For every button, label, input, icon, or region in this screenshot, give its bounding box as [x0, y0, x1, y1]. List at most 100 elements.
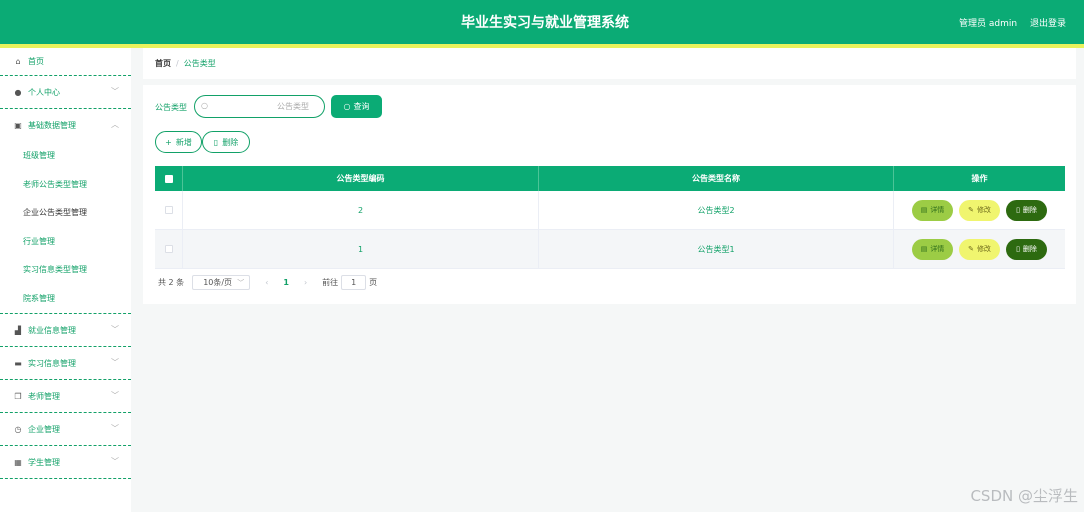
- table-header: 公告类型编码 公告类型名称 操作: [155, 166, 1065, 191]
- sidebar-item-internship-type[interactable]: 实习信息类型管理: [0, 256, 131, 285]
- sidebar-item-basic-data[interactable]: ▣ 基础数据管理 ︿: [0, 109, 131, 142]
- trash-icon: ▯: [213, 137, 219, 147]
- edit-button-label: 修改: [976, 245, 991, 253]
- search-label: 公告类型: [155, 103, 187, 112]
- pagination-total: 共 2 条: [158, 278, 185, 287]
- chevron-up-icon: ︿: [111, 120, 119, 129]
- edit-button[interactable]: ✎ 修改: [959, 199, 1000, 221]
- trash-icon: ▯: [1016, 206, 1020, 214]
- user-area: 管理员 admin 退出登录: [949, 0, 1066, 46]
- row-checkbox[interactable]: [164, 245, 173, 253]
- row-select-cell: [155, 230, 183, 268]
- delete-button[interactable]: ▯ 删除: [1006, 199, 1047, 221]
- breadcrumb-home[interactable]: 首页: [155, 59, 171, 68]
- sidebar-item-industry[interactable]: 行业管理: [0, 228, 131, 257]
- sidebar-item-label: 就业信息管理: [28, 325, 76, 335]
- detail-button-label: 详情: [930, 245, 945, 253]
- home-icon: ⌂: [15, 57, 21, 66]
- copy-icon: ❐: [14, 391, 22, 401]
- sidebar-item-personal[interactable]: ● 个人中心 ﹀: [0, 76, 131, 109]
- chevron-down-icon: ﹀: [111, 358, 119, 367]
- sidebar-item-label: 实习信息管理: [28, 358, 76, 368]
- next-page-button[interactable]: ›: [304, 278, 307, 287]
- select-all-checkbox[interactable]: [164, 174, 173, 183]
- delete-button[interactable]: ▯ 删除: [1006, 238, 1047, 260]
- search-icon: ○: [343, 102, 351, 111]
- chevron-down-icon: ﹀: [111, 457, 119, 466]
- trash-icon: ▯: [1016, 245, 1020, 253]
- page-size-value: 10条/页: [203, 278, 233, 287]
- sidebar-item-label: 基础数据管理: [28, 121, 76, 130]
- cell-code: 2: [183, 191, 539, 229]
- delete-button-label: 删除: [1022, 245, 1037, 253]
- delete-button-label: 删除: [1022, 206, 1037, 214]
- goto-page-input[interactable]: 1: [341, 275, 367, 290]
- chevron-down-icon: ﹀: [111, 391, 119, 400]
- row-select-cell: [155, 191, 183, 229]
- sidebar-item-label: 首页: [28, 57, 44, 66]
- column-header-code[interactable]: 公告类型编码: [183, 166, 539, 191]
- add-button[interactable]: + 新增: [155, 131, 202, 153]
- sidebar-item-class[interactable]: 班级管理: [0, 142, 131, 171]
- row-checkbox[interactable]: [164, 206, 173, 214]
- briefcase-icon: ▬: [14, 358, 22, 368]
- page-size-select[interactable]: 10条/页 ﹀: [192, 275, 251, 290]
- page-number[interactable]: 1: [283, 278, 289, 287]
- edit-icon: ✎: [968, 206, 974, 214]
- cell-name: 公告类型1: [539, 230, 894, 268]
- search-field[interactable]: ○: [194, 95, 325, 118]
- edit-button-label: 修改: [976, 206, 991, 214]
- sidebar-item-teacher[interactable]: ❐ 老师管理 ﹀: [0, 380, 131, 413]
- sidebar-item-company[interactable]: ◷ 企业管理 ﹀: [0, 413, 131, 446]
- table-icon: ▣: [14, 121, 22, 130]
- sidebar-item-label: 企业管理: [28, 424, 60, 434]
- edit-button[interactable]: ✎ 修改: [959, 238, 1000, 260]
- prev-page-button[interactable]: ‹: [265, 278, 268, 287]
- sidebar-item-label: 个人中心: [28, 87, 60, 97]
- column-header-name[interactable]: 公告类型名称: [539, 166, 894, 191]
- sidebar-item-home[interactable]: ⌂ 首页: [0, 48, 131, 76]
- cell-actions: ▤ 详情 ✎ 修改 ▯ 删除: [894, 191, 1065, 229]
- breadcrumb-separator: /: [176, 59, 179, 68]
- list-panel: 公告类型 ○ ○ 查询 + 新增 ▯ 删除 公告类型编码 公告类型名称 操作: [143, 85, 1076, 304]
- query-button-label: 查询: [353, 102, 370, 111]
- goto-label: 前往: [322, 278, 339, 287]
- sidebar-item-label: 学生管理: [28, 457, 60, 467]
- breadcrumb-current: 公告类型: [183, 59, 216, 68]
- chart-icon: ▟: [14, 325, 22, 335]
- plus-icon: +: [165, 137, 172, 147]
- sidebar-item-student[interactable]: ▦ 学生管理 ﹀: [0, 446, 131, 479]
- breadcrumb: 首页 / 公告类型: [143, 48, 1076, 79]
- sidebar-item-company-notice-type[interactable]: 企业公告类型管理: [0, 199, 131, 228]
- user-icon: ●: [14, 87, 22, 97]
- sidebar: ⌂ 首页 ● 个人中心 ﹀ ▣ 基础数据管理 ︿ 班级管理 老师公告类型管理 企…: [0, 48, 131, 512]
- sidebar-item-department[interactable]: 院系管理: [0, 285, 131, 314]
- sidebar-item-teacher-notice-type[interactable]: 老师公告类型管理: [0, 171, 131, 200]
- detail-button[interactable]: ▤ 详情: [912, 238, 953, 260]
- sidebar-item-employment[interactable]: ▟ 就业信息管理 ﹀: [0, 314, 131, 347]
- logout-link[interactable]: 退出登录: [1030, 19, 1066, 29]
- document-icon: ▤: [920, 206, 928, 214]
- cell-code: 1: [183, 230, 539, 268]
- batch-delete-button[interactable]: ▯ 删除: [202, 131, 250, 153]
- current-user-label: 管理员 admin: [959, 19, 1018, 29]
- app-title: 毕业生实习与就业管理系统: [461, 15, 629, 31]
- detail-button[interactable]: ▤ 详情: [912, 199, 953, 221]
- grid-icon: ▦: [14, 457, 22, 467]
- main-content: 首页 / 公告类型 公告类型 ○ ○ 查询 + 新增 ▯ 删除 公告类型编码 公告类…: [143, 48, 1076, 304]
- document-icon: ▤: [920, 245, 928, 253]
- chevron-down-icon: ﹀: [111, 424, 119, 433]
- delete-button-label: 删除: [222, 137, 239, 147]
- search-input[interactable]: [215, 99, 319, 114]
- goto-suffix: 页: [369, 278, 378, 287]
- basic-data-submenu: 班级管理 老师公告类型管理 企业公告类型管理 行业管理 实习信息类型管理 院系管…: [0, 142, 131, 314]
- pagination: 共 2 条 10条/页 ﹀ ‹ 1 › 前往 1 页: [158, 275, 377, 290]
- sidebar-item-internship[interactable]: ▬ 实习信息管理 ﹀: [0, 347, 131, 380]
- notice-type-table: 公告类型编码 公告类型名称 操作 2 公告类型2 ▤ 详情 ✎ 修改 ▯ 删除 1 公…: [155, 166, 1065, 269]
- chevron-down-icon: ﹀: [237, 279, 245, 287]
- query-button[interactable]: ○ 查询: [331, 95, 382, 118]
- table-row: 2 公告类型2 ▤ 详情 ✎ 修改 ▯ 删除: [155, 191, 1065, 230]
- add-button-label: 新增: [175, 137, 192, 147]
- edit-icon: ✎: [968, 245, 974, 253]
- table-row: 1 公告类型1 ▤ 详情 ✎ 修改 ▯ 删除: [155, 230, 1065, 269]
